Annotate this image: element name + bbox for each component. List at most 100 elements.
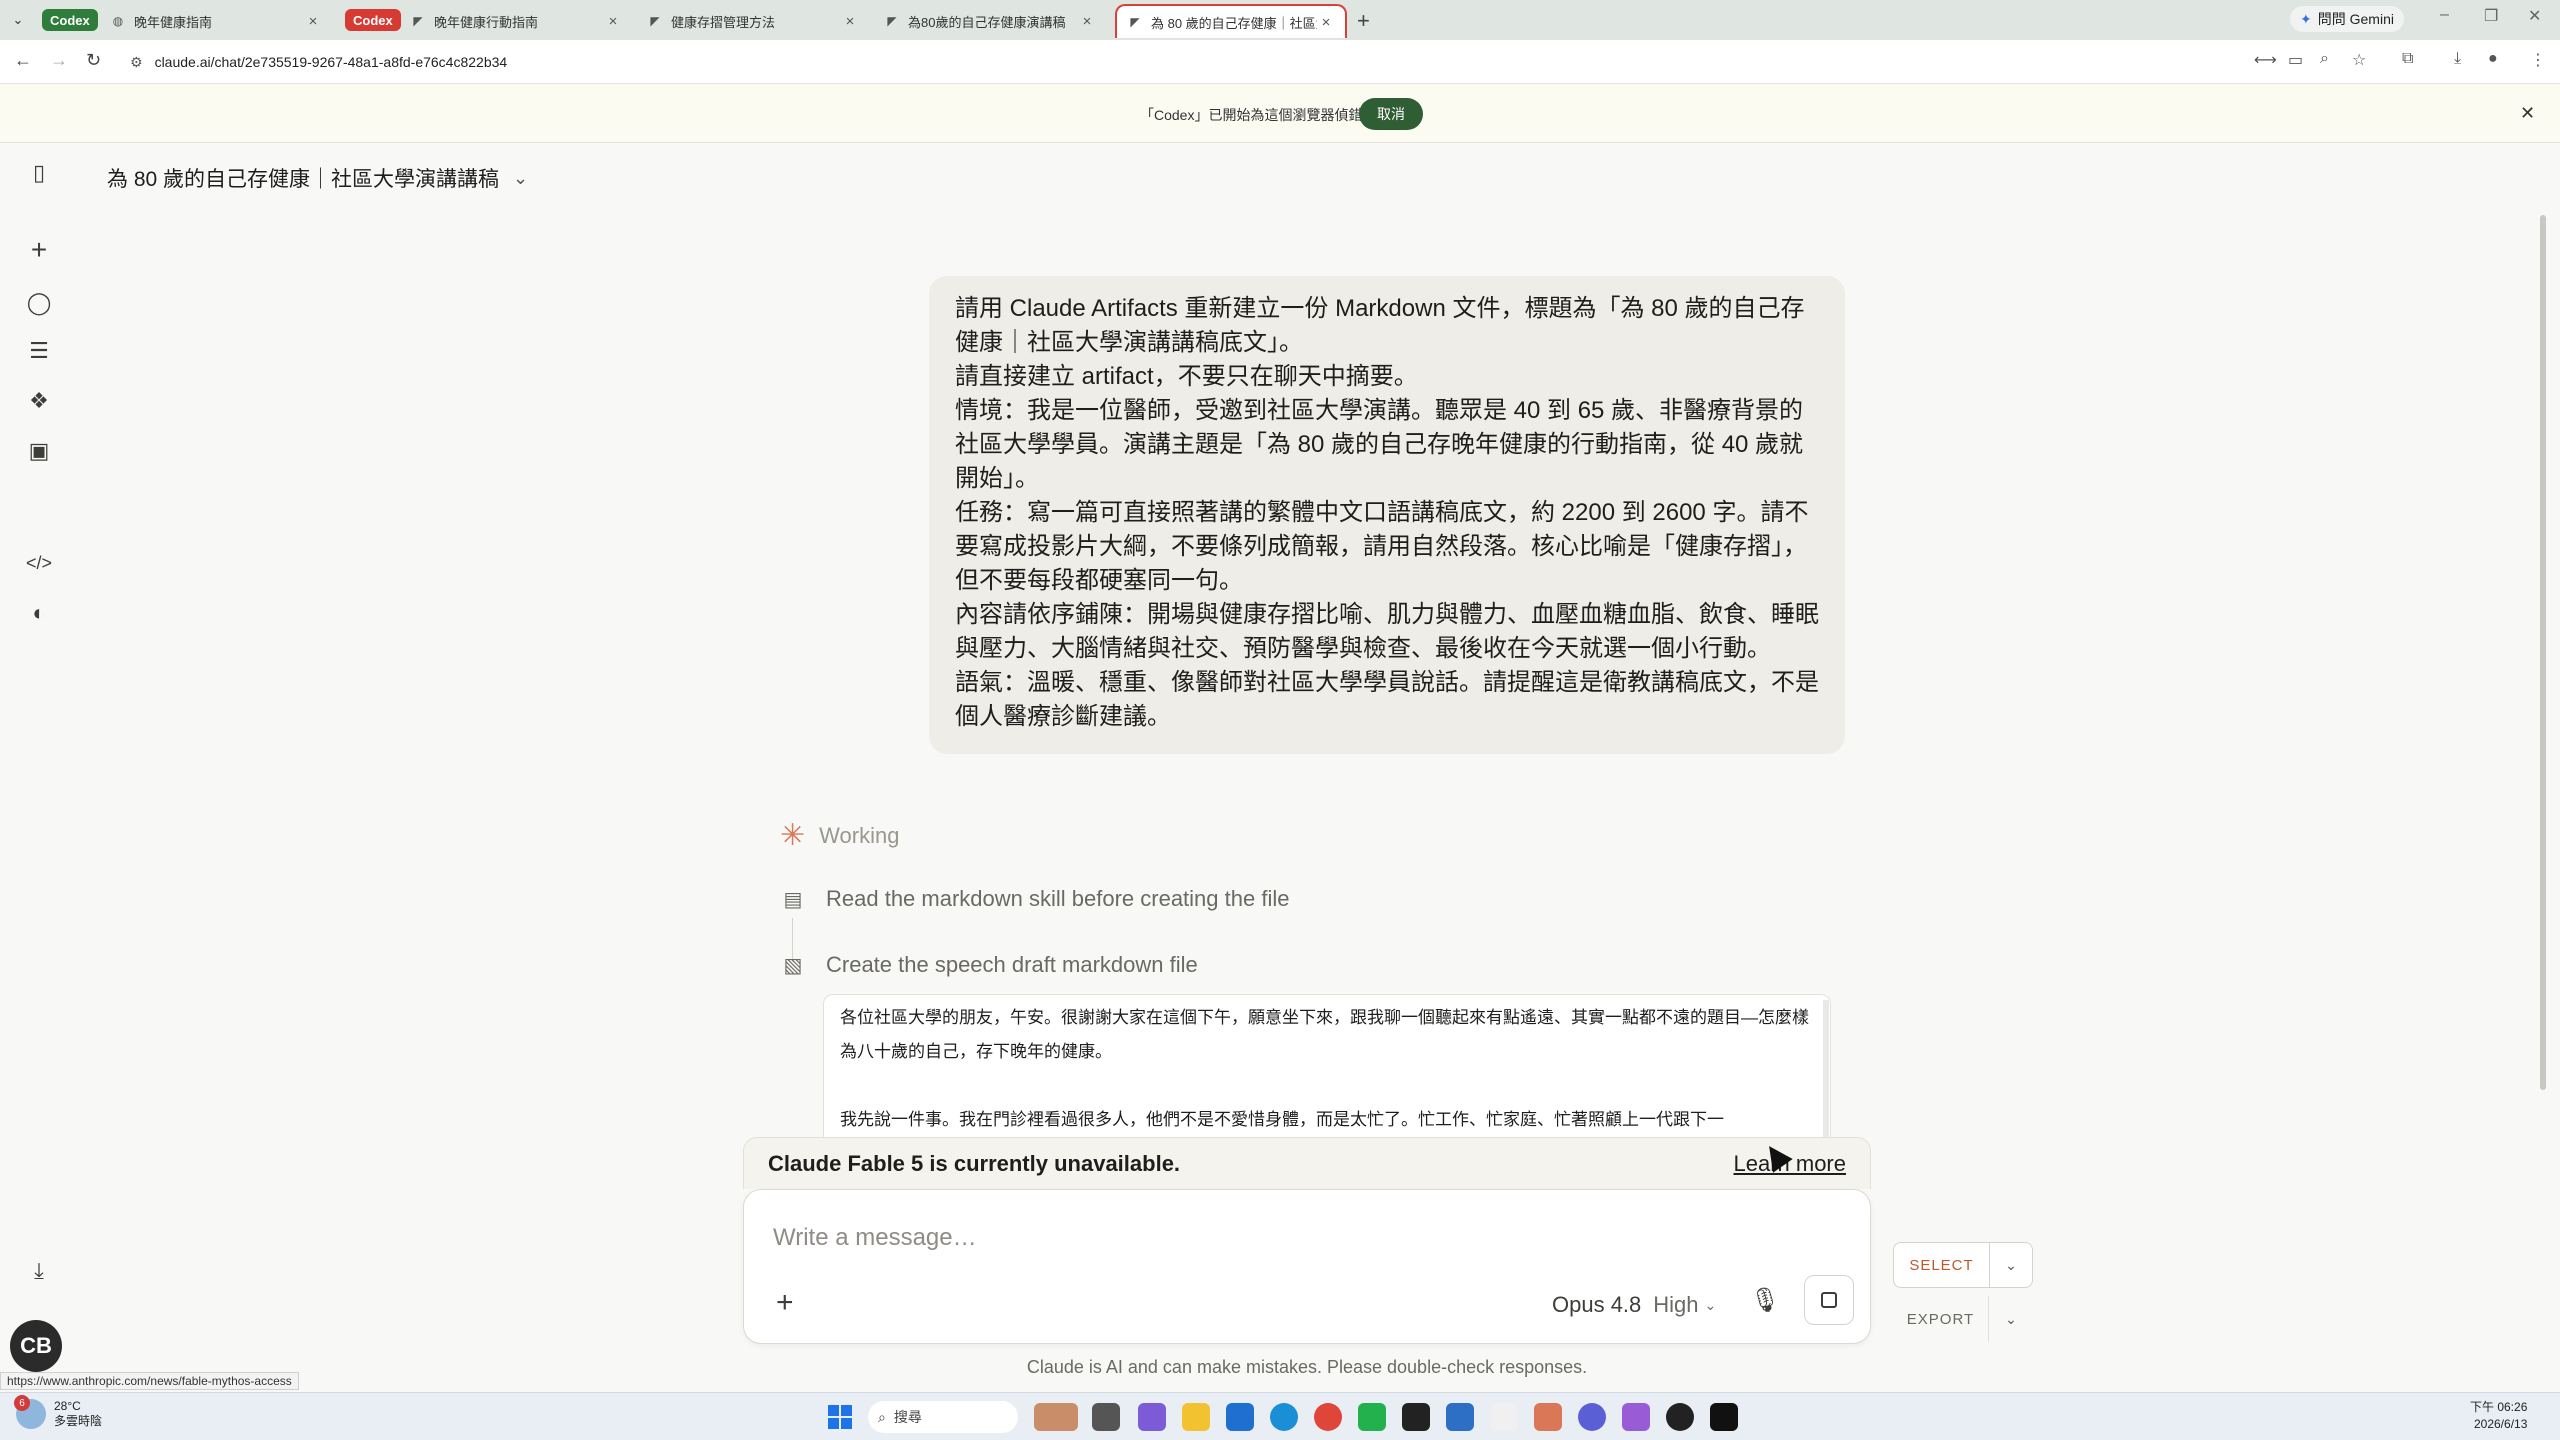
download-app-icon[interactable]: ⤓ (26, 1258, 52, 1284)
chats-icon[interactable]: ◯ (26, 290, 52, 316)
briefcase-icon[interactable]: ▣ (26, 438, 52, 464)
weather-desc: 多雲時陰 (54, 1414, 103, 1428)
remote-desktop-icon[interactable] (1446, 1403, 1474, 1431)
claude-favicon-icon: ◤ (650, 14, 660, 28)
export-button-group: EXPORT ⌄ (1893, 1296, 2033, 1342)
tab-group-codex-red[interactable]: Codex (345, 9, 401, 31)
tab-2[interactable]: ◤ 晚年健康行動指南 × (400, 4, 632, 38)
minimize-icon[interactable]: – (2440, 6, 2449, 24)
forward-icon[interactable]: → (50, 50, 68, 71)
unavailable-text: Claude Fable 5 is currently unavailable. (768, 1150, 1181, 1176)
task-view-icon[interactable] (1092, 1403, 1120, 1431)
tab-5-active[interactable]: ◤ 為 80 歲的自己存健康｜社區大… × (1115, 4, 1347, 38)
preview-scrollbar[interactable] (1823, 1000, 1829, 1142)
app-c-icon[interactable] (1622, 1403, 1650, 1431)
file-explorer-icon[interactable] (1182, 1403, 1210, 1431)
browser-tab-strip: ⌄ Codex ◍ 晚年健康指南 × Codex ◤ 晚年健康行動指南 × ◤ … (0, 0, 2560, 40)
profile-icon[interactable]: ● (2488, 50, 2498, 68)
chrome-icon[interactable] (1314, 1403, 1342, 1431)
app-d-icon[interactable] (1666, 1403, 1694, 1431)
stop-icon (1821, 1292, 1837, 1308)
app-b-icon[interactable] (1578, 1403, 1606, 1431)
close-icon[interactable]: × (1078, 13, 1096, 30)
line-icon[interactable] (1358, 1403, 1386, 1431)
back-icon[interactable]: ← (14, 50, 32, 71)
chevron-down-icon[interactable]: ⌄ (1990, 1257, 2032, 1274)
code-icon[interactable]: </> (26, 550, 52, 576)
extensions-icon[interactable]: ⧉ (2402, 50, 2413, 68)
weather-widget[interactable]: 6 28°C 多雲時陰 (14, 1395, 103, 1429)
restore-icon[interactable]: ❐ (2484, 6, 2498, 26)
artifacts-icon[interactable]: ❖ (26, 388, 52, 414)
tab-group-codex-green[interactable]: Codex (42, 9, 98, 31)
preview-paragraph: 各位社區大學的朋友，午安。很謝謝大家在這個下午，願意坐下來，跟我聊一個聽起來有點… (840, 1008, 1809, 1061)
new-tab-button[interactable]: + (1357, 8, 1370, 34)
close-icon[interactable]: × (604, 13, 622, 30)
chat-title-dropdown[interactable]: 為 80 歲的自己存健康｜社區大學演講講稿 ⌄ (107, 163, 528, 193)
app-e-icon[interactable] (1710, 1403, 1738, 1431)
sidebar-toggle-icon[interactable]: ▯ (26, 160, 52, 186)
window-close-icon[interactable]: ✕ (2528, 6, 2541, 26)
tab-5-label: 為 80 歲的自己存健康｜社區大… (1151, 15, 1317, 31)
clock-time: 下午 06:26 (2470, 1400, 2528, 1414)
user-message-line: 情境：我是一位醫師，受邀到社區大學演講。聽眾是 40 到 65 歲、非醫療背景的… (955, 397, 1804, 492)
zoom-icon[interactable]: ⌕ (2320, 50, 2329, 68)
model-unavailable-banner: Claude Fable 5 is currently unavailable.… (743, 1137, 1871, 1189)
taskbar-search[interactable]: ⌕ 搜尋 (868, 1401, 1018, 1433)
link-status-url: https://www.anthropic.com/news/fable-myt… (0, 1372, 299, 1390)
cancel-debug-button[interactable]: 取消 (1359, 98, 1423, 130)
close-icon[interactable]: × (1317, 14, 1335, 31)
system-clock[interactable]: 下午 06:26 2026/6/13 (2470, 1399, 2527, 1433)
tab-search-icon[interactable]: ⌄ (6, 8, 30, 32)
app-a-icon[interactable] (1490, 1403, 1518, 1431)
reload-icon[interactable]: ↻ (86, 50, 101, 71)
claude-favicon-icon: ◤ (1130, 15, 1140, 29)
translate-icon[interactable]: ⟷ (2254, 50, 2277, 70)
windows-start-icon[interactable] (828, 1405, 852, 1429)
model-selector[interactable]: Opus 4.8 High ⌄ (1552, 1292, 1716, 1318)
download-icon[interactable]: ⤓ (2454, 50, 2461, 68)
palette-icon[interactable]: ◐ (26, 600, 52, 626)
file-content-preview[interactable]: 各位社區大學的朋友，午安。很謝謝大家在這個下午，願意坐下來，跟我聊一個聽起來有點… (823, 994, 1831, 1142)
bookmark-star-icon[interactable]: ☆ (2352, 50, 2366, 70)
tab-3[interactable]: ◤ 健康存摺管理方法 × (637, 4, 869, 38)
page-scrollbar[interactable] (2540, 215, 2546, 1090)
terminal-icon[interactable] (1402, 1403, 1430, 1431)
export-button[interactable]: EXPORT (1893, 1296, 1989, 1342)
ask-gemini-button[interactable]: ✦ 問問 Gemini (2290, 6, 2404, 32)
message-input[interactable]: Write a message… (773, 1224, 977, 1252)
taskbar-widget-icon[interactable] (1034, 1403, 1078, 1431)
microphone-icon[interactable]: 🎙 (1750, 1286, 1780, 1315)
close-icon[interactable]: × (304, 13, 322, 30)
close-icon[interactable]: ✕ (2520, 103, 2535, 124)
cast-icon[interactable]: ▭ (2288, 50, 2303, 70)
user-message-line: 請直接建立 artifact，不要只在聊天中摘要。 (955, 363, 1418, 390)
new-chat-icon[interactable]: + (26, 234, 52, 265)
chevron-down-icon: ⌄ (1704, 1296, 1717, 1313)
add-attachment-icon[interactable]: + (776, 1286, 794, 1320)
close-icon[interactable]: × (841, 13, 859, 30)
weather-cloud-icon: 6 (14, 1395, 46, 1429)
address-bar[interactable]: ⚙ claude.ai/chat/2e735519-9267-48a1-a8fd… (130, 46, 2230, 78)
menu-kebab-icon[interactable]: ⋮ (2530, 50, 2546, 70)
store-icon[interactable] (1226, 1403, 1254, 1431)
tab-4-label: 為80歲的自己存健康演講稿 (908, 14, 1066, 30)
select-button[interactable]: SELECT (1894, 1243, 1990, 1287)
copilot-icon[interactable] (1138, 1403, 1166, 1431)
tab-4[interactable]: ◤ 為80歲的自己存健康演講稿 × (874, 4, 1106, 38)
status-label: Working (819, 822, 900, 848)
chevron-down-icon[interactable]: ⌄ (1989, 1311, 2033, 1328)
claude-app-icon[interactable] (1534, 1403, 1562, 1431)
tool-step-read-skill[interactable]: ▤ Read the markdown skill before creatin… (780, 886, 1290, 912)
projects-icon[interactable]: ☰ (26, 338, 52, 364)
windows-taskbar: 6 28°C 多雲時陰 ⌕ 搜尋 下午 06:26 2026/6/13 (0, 1392, 2560, 1440)
site-info-icon[interactable]: ⚙ (130, 54, 143, 71)
stop-button[interactable] (1804, 1275, 1854, 1325)
tab-1[interactable]: ◍ 晚年健康指南 × (100, 4, 332, 38)
tool-step-create-file[interactable]: ▧ Create the speech draft markdown file (780, 952, 1198, 978)
edge-icon[interactable] (1270, 1403, 1298, 1431)
preview-paragraph: 我先說一件事。我在門診裡看過很多人，他們不是不愛惜身體，而是太忙了。忙工作、忙家… (840, 1110, 1724, 1129)
message-composer: Write a message… + Opus 4.8 High ⌄ 🎙 (743, 1189, 1871, 1344)
tab-1-label: 晚年健康指南 (134, 14, 213, 30)
claude-favicon-icon: ◤ (413, 14, 423, 28)
